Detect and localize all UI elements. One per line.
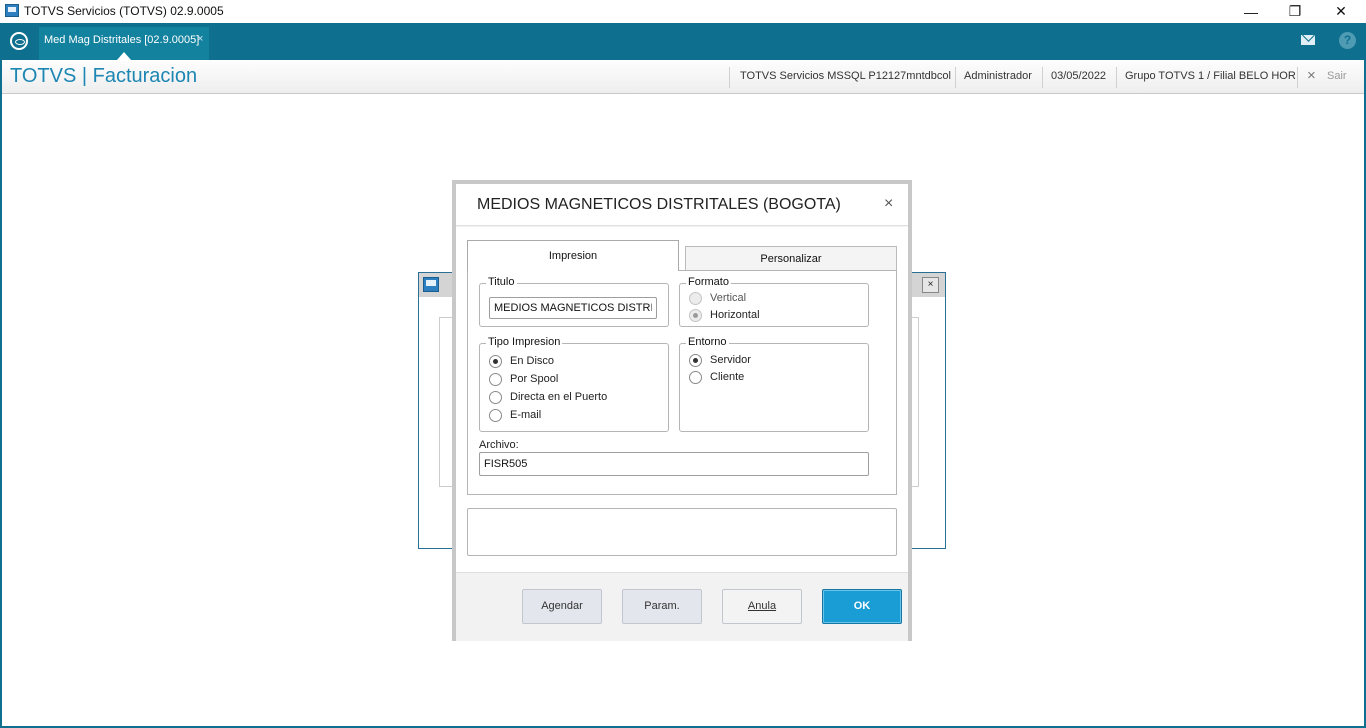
entorno-label: Entorno — [686, 336, 729, 348]
exit-button[interactable]: Sair — [1327, 70, 1347, 82]
print-dialog: MEDIOS MAGNETICOS DISTRITALES (BOGOTA) ×… — [452, 180, 912, 641]
tab-close-icon[interactable]: × — [197, 33, 203, 45]
en-disco-radio[interactable] — [489, 355, 502, 368]
branch-label: Grupo TOTVS 1 / Filial BELO HOR — [1125, 70, 1296, 82]
agendar-button[interactable]: Agendar — [522, 589, 602, 624]
date-label: 03/05/2022 — [1051, 70, 1107, 82]
exit-close-icon[interactable]: × — [1307, 67, 1316, 84]
archivo-label: Archivo: — [479, 439, 519, 451]
tab-personalizar[interactable]: Personalizar — [685, 246, 897, 271]
anula-button[interactable]: Anula — [722, 589, 802, 624]
dialog-footer: Agendar Param. Anula OK — [456, 572, 908, 641]
header-divider — [1042, 67, 1043, 88]
impresion-panel: Titulo Formato Vertical Horizontal Tipo … — [467, 270, 897, 495]
cliente-label: Cliente — [710, 371, 745, 383]
tab-label: Med Mag Distritales [02.9.0005] — [44, 34, 200, 46]
help-icon[interactable]: ? — [1339, 32, 1356, 49]
totvs-logo-icon[interactable] — [10, 32, 28, 50]
dialog-header: MEDIOS MAGNETICOS DISTRITALES (BOGOTA) × — [456, 184, 908, 226]
active-tab-caret-icon — [117, 52, 131, 60]
restore-icon: ❐ — [1288, 3, 1302, 19]
header-divider — [729, 67, 730, 88]
cliente-radio[interactable] — [689, 371, 702, 384]
servidor-radio[interactable] — [689, 354, 702, 367]
dialog-close-icon[interactable]: × — [884, 195, 893, 213]
description-memo[interactable] — [467, 508, 897, 556]
tipo-impresion-group — [479, 343, 669, 432]
background-window-icon — [423, 277, 439, 292]
formato-horizontal-label: Horizontal — [710, 309, 760, 321]
formato-vertical-radio[interactable] — [689, 292, 702, 305]
email-label: E-mail — [510, 409, 542, 421]
window-close-button[interactable]: ✕ — [1318, 0, 1364, 23]
por-spool-label: Por Spool — [510, 373, 559, 385]
app-window-icon — [5, 4, 19, 17]
window-title-bar: TOTVS Servicios (TOTVS) 02.9.0005 — ❐ ✕ — [0, 0, 1366, 23]
header-divider — [1116, 67, 1117, 88]
tab-bar: Med Mag Distritales [02.9.0005] × ? — [0, 23, 1366, 60]
header-divider — [955, 67, 956, 88]
environment-label: TOTVS Servicios MSSQL P12127mntdbcol — [740, 70, 951, 82]
formato-group — [679, 283, 869, 327]
formato-horizontal-radio[interactable] — [689, 309, 702, 322]
minimize-icon: — — [1244, 3, 1258, 20]
close-icon: ✕ — [1335, 3, 1347, 19]
servidor-label: Servidor — [710, 354, 751, 366]
header-divider — [1297, 67, 1298, 88]
background-window-close-button[interactable]: × — [922, 277, 939, 293]
formato-label: Formato — [686, 276, 731, 288]
titulo-label: Titulo — [486, 276, 517, 288]
archivo-input[interactable] — [479, 452, 869, 476]
dialog-title: MEDIOS MAGNETICOS DISTRITALES (BOGOTA) — [477, 196, 841, 213]
en-disco-label: En Disco — [510, 355, 555, 367]
user-label: Administrador — [964, 70, 1032, 82]
ok-button[interactable]: OK — [822, 589, 902, 624]
module-title: TOTVS | Facturacion — [10, 65, 198, 87]
directa-puerto-label: Directa en el Puerto — [510, 391, 608, 403]
param-button[interactable]: Param. — [622, 589, 702, 624]
tab-impresion-label: Impresion — [548, 250, 598, 262]
dialog-content: Impresion Personalizar Titulo Formato Ve… — [456, 227, 908, 572]
email-radio[interactable] — [489, 409, 502, 422]
restore-button[interactable]: ❐ — [1272, 0, 1318, 23]
entorno-group — [679, 343, 869, 432]
mail-icon[interactable] — [1301, 35, 1315, 45]
minimize-button[interactable]: — — [1228, 0, 1274, 23]
tipo-impresion-label: Tipo Impresion — [486, 336, 563, 348]
titulo-input[interactable] — [489, 297, 657, 319]
module-header: TOTVS | Facturacion TOTVS Servicios MSSQ… — [2, 61, 1364, 94]
window-title: TOTVS Servicios (TOTVS) 02.9.0005 — [24, 4, 224, 18]
formato-vertical-label: Vertical — [710, 292, 747, 304]
directa-puerto-radio[interactable] — [489, 391, 502, 404]
por-spool-radio[interactable] — [489, 373, 502, 386]
tab-impresion[interactable]: Impresion — [467, 240, 679, 271]
tab-personalizar-label: Personalizar — [760, 253, 822, 265]
